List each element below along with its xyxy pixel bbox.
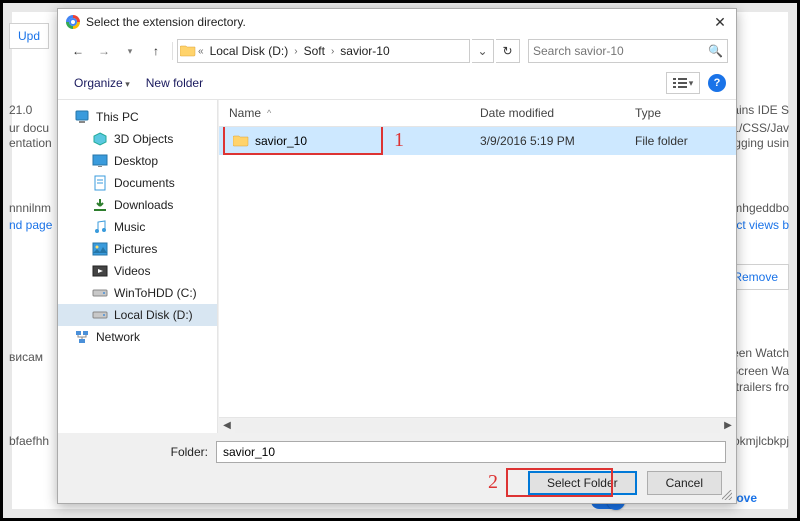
music-icon — [92, 219, 108, 235]
new-folder-button[interactable]: New folder — [140, 73, 209, 93]
bg-text: ur docu — [9, 121, 49, 135]
nav-forward-button: → — [92, 39, 116, 63]
annotation-number: 2 — [488, 471, 498, 494]
bg-text: een Watch — [732, 346, 789, 360]
bg-text: okmjlcbkpj — [733, 434, 789, 448]
drive-icon — [92, 285, 108, 301]
desktop-icon — [92, 153, 108, 169]
sidebar-item-this-pc[interactable]: This PC — [58, 106, 217, 128]
search-icon[interactable]: 🔍 — [708, 44, 723, 58]
chrome-icon — [66, 15, 80, 29]
cancel-button[interactable]: Cancel — [647, 471, 722, 495]
pc-icon — [74, 109, 90, 125]
sidebar-item-downloads[interactable]: Downloads — [58, 194, 217, 216]
bg-text: nnnilnm — [9, 201, 51, 215]
file-name-cell: savior_10 — [219, 133, 474, 150]
file-date-cell: 3/9/2016 5:19 PM — [474, 134, 629, 148]
docs-icon — [92, 175, 108, 191]
column-name[interactable]: Name^ — [219, 100, 474, 126]
column-type[interactable]: Type — [629, 100, 736, 126]
folder-icon — [178, 43, 198, 60]
close-icon[interactable]: ✕ — [712, 15, 728, 29]
nav-recent-button[interactable]: ▾ — [118, 39, 142, 63]
sidebar-item-label: WinToHDD (C:) — [114, 286, 197, 300]
breadcrumb-item[interactable]: Soft — [298, 44, 331, 58]
refresh-button[interactable]: ↻ — [496, 39, 520, 63]
file-row[interactable]: savior_10 3/9/2016 5:19 PMFile folder — [219, 127, 736, 155]
bg-text: 21.0 — [9, 103, 32, 117]
bg-text: висам — [9, 350, 43, 364]
address-bar[interactable]: « Local Disk (D:) › Soft › savior-10 — [177, 39, 470, 63]
organize-button[interactable]: Organize — [68, 73, 136, 93]
search-input[interactable] — [533, 44, 708, 58]
folder-icon — [233, 133, 249, 150]
file-name: savior_10 — [255, 134, 307, 148]
select-folder-button[interactable]: Select Folder — [528, 471, 637, 495]
resize-grip-icon[interactable] — [722, 490, 732, 500]
sidebar-item-label: Music — [114, 220, 145, 234]
sidebar-item-label: 3D Objects — [114, 132, 173, 146]
titlebar: Select the extension directory. ✕ — [58, 9, 736, 35]
navigation-pane: This PC 3D Objects Desktop Documents Downloa… — [58, 100, 218, 433]
sidebar-item-label: Network — [96, 330, 140, 344]
dialog-title: Select the extension directory. — [86, 15, 712, 29]
navigation-bar: ← → ▾ ↑ « Local Disk (D:) › Soft › savio… — [58, 35, 736, 67]
view-options-button[interactable]: ▾ — [666, 72, 700, 94]
folder-name-input[interactable] — [216, 441, 726, 463]
scroll-right-icon[interactable]: ▶ — [720, 420, 736, 431]
sidebar-item-wintohdd-c-[interactable]: WinToHDD (C:) — [58, 282, 217, 304]
dialog-footer: Folder: 2 Select Folder Cancel — [58, 433, 736, 503]
bg-text: mhgeddbo — [732, 201, 789, 215]
bg-text: entation — [9, 136, 52, 150]
sidebar-item-label: This PC — [96, 110, 139, 124]
breadcrumb-item[interactable]: Local Disk (D:) — [204, 44, 295, 58]
sidebar-item-documents[interactable]: Documents — [58, 172, 217, 194]
sidebar-item-label: Desktop — [114, 154, 158, 168]
network-icon — [74, 329, 90, 345]
file-list-pane: Name^ Date modified Type savior_10 3/9/20… — [218, 100, 736, 433]
folder-label: Folder: — [68, 445, 208, 459]
address-expand-button[interactable]: ⌄ — [472, 39, 494, 63]
column-headers: Name^ Date modified Type — [219, 100, 736, 127]
column-date[interactable]: Date modified — [474, 100, 629, 126]
file-type-cell: File folder — [629, 134, 736, 148]
sidebar-item-label: Pictures — [114, 242, 157, 256]
file-rows: savior_10 3/9/2016 5:19 PMFile folder 1 — [219, 127, 736, 417]
downloads-icon — [92, 197, 108, 213]
sidebar-item-label: Documents — [114, 176, 175, 190]
pictures-icon — [92, 241, 108, 257]
sort-indicator-icon: ^ — [267, 108, 271, 118]
nav-up-button[interactable]: ↑ — [144, 39, 168, 63]
bg-text: bfaefhh — [9, 434, 49, 448]
sidebar-item-label: Videos — [114, 264, 150, 278]
sidebar-item-label: Local Disk (D:) — [114, 308, 193, 322]
drive-icon — [92, 307, 108, 323]
bg-text: trailers fro — [736, 380, 789, 394]
sidebar-item-desktop[interactable]: Desktop — [58, 150, 217, 172]
folder-select-dialog: Select the extension directory. ✕ ← → ▾ … — [57, 8, 737, 504]
bg-update-button: Upd — [9, 23, 49, 49]
annotation-number: 1 — [394, 129, 404, 152]
sidebar-item-videos[interactable]: Videos — [58, 260, 217, 282]
scroll-left-icon[interactable]: ◀ — [219, 420, 235, 431]
3d-icon — [92, 131, 108, 147]
videos-icon — [92, 263, 108, 279]
help-button[interactable]: ? — [708, 74, 726, 92]
search-box[interactable]: 🔍 — [528, 39, 728, 63]
sidebar-item-network[interactable]: Network — [58, 326, 217, 348]
bg-text: nd page — [9, 218, 52, 232]
sidebar-item-local-disk-d-[interactable]: Local Disk (D:) — [58, 304, 217, 326]
toolbar: Organize New folder ▾ ? — [58, 67, 736, 100]
nav-back-button[interactable]: ← — [66, 39, 90, 63]
sidebar-item-music[interactable]: Music — [58, 216, 217, 238]
sidebar-item-3d-objects[interactable]: 3D Objects — [58, 128, 217, 150]
sidebar-item-pictures[interactable]: Pictures — [58, 238, 217, 260]
sidebar-item-label: Downloads — [114, 198, 173, 212]
horizontal-scrollbar[interactable]: ◀ ▶ — [219, 417, 736, 433]
breadcrumb-item[interactable]: savior-10 — [334, 44, 395, 58]
